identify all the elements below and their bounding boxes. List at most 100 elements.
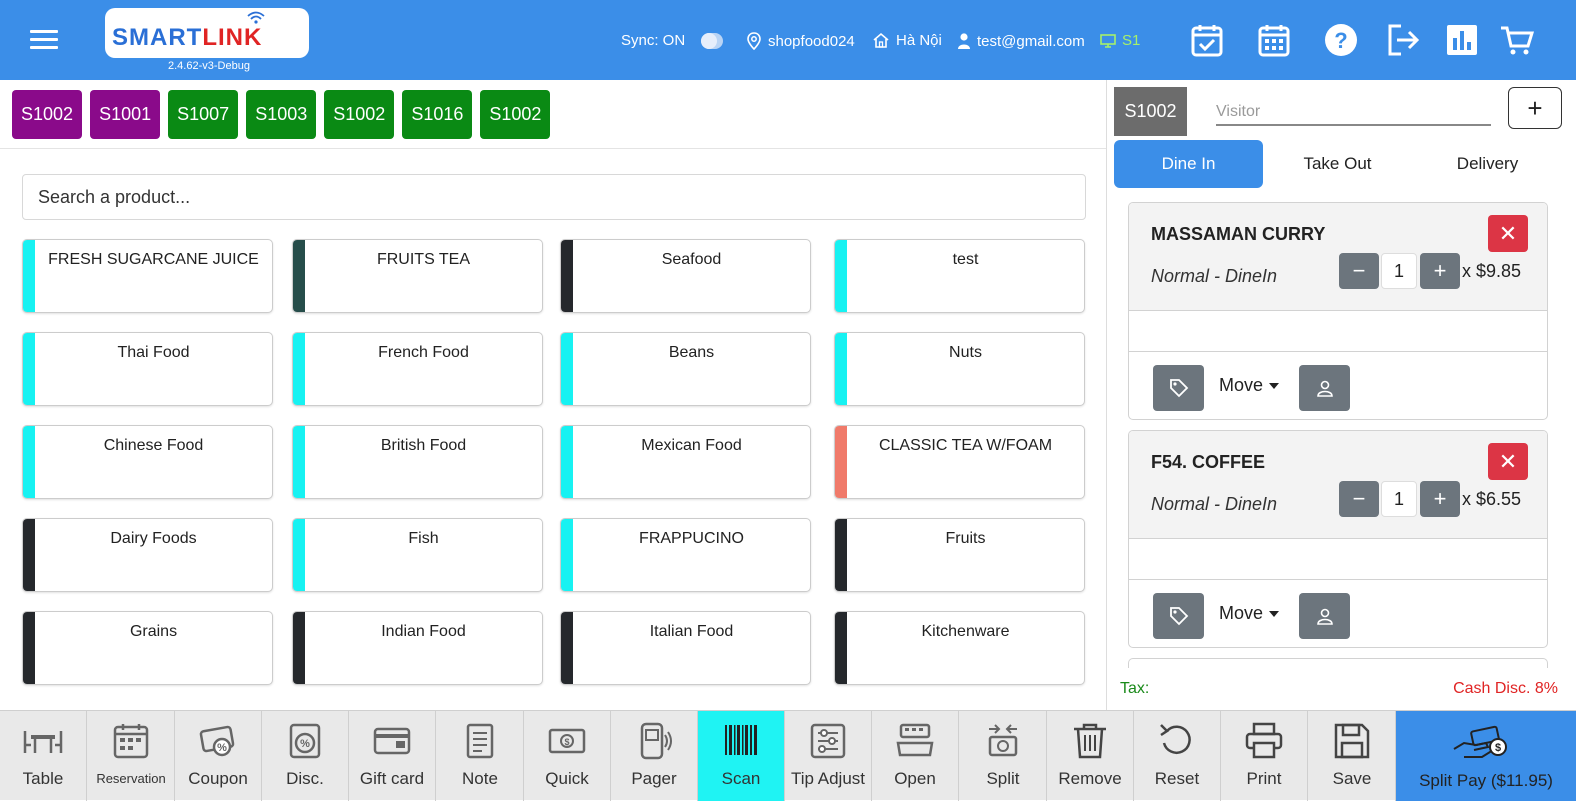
category-color-bar <box>835 519 847 591</box>
category-label: test <box>952 251 979 268</box>
toolbar-button-open[interactable]: Open <box>872 711 959 801</box>
category-tile[interactable]: Dairy Foods <box>22 518 273 592</box>
category-tile[interactable]: British Food <box>292 425 543 499</box>
save-icon <box>1334 723 1370 759</box>
move-dropdown[interactable]: Move <box>1219 375 1280 396</box>
table-chip[interactable]: S1001 <box>90 90 161 139</box>
printer-icon <box>1245 722 1283 759</box>
move-dropdown[interactable]: Move <box>1219 603 1280 624</box>
toolbar-button-remove[interactable]: Remove <box>1047 711 1134 801</box>
increase-qty-button[interactable]: + <box>1420 253 1460 289</box>
toolbar-button-reset[interactable]: Reset <box>1134 711 1221 801</box>
category-tile[interactable]: CLASSIC TEA W/FOAM <box>834 425 1085 499</box>
assign-user-button[interactable] <box>1299 365 1350 411</box>
quantity-value[interactable]: 1 <box>1381 481 1417 517</box>
sync-toggle[interactable] <box>701 33 723 49</box>
category-label: Beans <box>668 344 715 361</box>
station-label: S1 <box>1122 32 1141 49</box>
category-tile[interactable]: Indian Food <box>292 611 543 685</box>
decrease-qty-button[interactable]: − <box>1339 481 1379 517</box>
calendar-grid-icon[interactable] <box>1256 22 1292 58</box>
toolbar-label: Tip Adjust <box>790 769 866 788</box>
table-chip[interactable]: S1002 <box>324 90 395 139</box>
toolbar-button-note[interactable]: Note <box>437 711 524 801</box>
toolbar-button-table[interactable]: Table <box>0 711 87 801</box>
order-item-note-area[interactable] <box>1129 311 1547 352</box>
menu-icon[interactable] <box>30 30 58 50</box>
category-tile[interactable]: Mexican Food <box>560 425 811 499</box>
category-tile[interactable]: Thai Food <box>22 332 273 406</box>
tab-delivery[interactable]: Delivery <box>1413 140 1562 188</box>
table-chip[interactable]: S1016 <box>402 90 473 139</box>
toolbar-label: Table <box>22 769 64 788</box>
toolbar-button-reservation[interactable]: Reservation <box>88 711 175 801</box>
svg-text:%: % <box>217 742 227 754</box>
open-tables-bar: S1002 S1001 S1007 S1003 S1002 S1016 S100… <box>12 90 551 139</box>
category-tile[interactable]: Chinese Food <box>22 425 273 499</box>
city-name: Hà Nội <box>896 32 942 49</box>
category-tile[interactable]: FRAPPUCINO <box>560 518 811 592</box>
category-tile[interactable]: FRUITS TEA <box>292 239 543 313</box>
logout-icon[interactable] <box>1385 22 1421 58</box>
table-chip[interactable]: S1002 <box>12 90 83 139</box>
toolbar-button-save[interactable]: Save <box>1309 711 1396 801</box>
category-label: FRAPPUCINO <box>639 530 744 547</box>
category-tile[interactable]: Kitchenware <box>834 611 1085 685</box>
table-chip[interactable]: S1003 <box>246 90 317 139</box>
tag-button[interactable] <box>1153 593 1204 639</box>
toolbar-button-tip-adjust[interactable]: Tip Adjust <box>785 711 872 801</box>
toolbar-label: Remove <box>1058 769 1122 788</box>
category-color-bar <box>293 333 305 405</box>
report-chart-icon[interactable] <box>1444 22 1480 58</box>
category-label: Dairy Foods <box>110 530 197 547</box>
help-icon[interactable]: ? <box>1323 22 1359 58</box>
category-tile[interactable]: Fish <box>292 518 543 592</box>
assign-user-button[interactable] <box>1299 593 1350 639</box>
toolbar-button-gift-card[interactable]: Gift card <box>349 711 436 801</box>
item-price: x $9.85 <box>1462 261 1522 281</box>
move-label: Move <box>1219 375 1264 395</box>
category-color-bar <box>293 519 305 591</box>
product-search-input[interactable] <box>22 174 1086 220</box>
tab-take-out[interactable]: Take Out <box>1263 140 1412 188</box>
toolbar-button-scan[interactable]: Scan <box>698 711 785 801</box>
bottom-toolbar: Table Reservation% Coupon% Disc. Gift card No… <box>0 710 1576 801</box>
category-tile[interactable]: Nuts <box>834 332 1085 406</box>
category-tile[interactable]: Fruits <box>834 518 1085 592</box>
quantity-value[interactable]: 1 <box>1381 253 1417 289</box>
category-tile[interactable]: FRESH SUGARCANE JUICE <box>22 239 273 313</box>
tab-dine-in[interactable]: Dine In <box>1114 140 1263 188</box>
toolbar-button-pager[interactable]: Pager <box>611 711 698 801</box>
toolbar-button-split[interactable]: Split <box>960 711 1047 801</box>
category-tile[interactable]: Seafood <box>560 239 811 313</box>
toolbar-button-quick[interactable]: $ Quick <box>524 711 611 801</box>
tag-button[interactable] <box>1153 365 1204 411</box>
user-icon <box>1316 380 1333 397</box>
pager-icon <box>640 722 672 760</box>
toolbar-label: Print <box>1246 769 1282 788</box>
table-chip[interactable]: S1002 <box>480 90 551 139</box>
category-tile[interactable]: Italian Food <box>560 611 811 685</box>
category-tile[interactable]: Beans <box>560 332 811 406</box>
delete-item-button[interactable]: ✕ <box>1488 443 1528 480</box>
table-chip[interactable]: S1007 <box>168 90 239 139</box>
category-tile[interactable]: test <box>834 239 1085 313</box>
visitor-input[interactable] <box>1216 100 1491 126</box>
decrease-qty-button[interactable]: − <box>1339 253 1379 289</box>
toolbar-button-print[interactable]: Print <box>1221 711 1308 801</box>
toolbar-label: Pager <box>631 769 677 788</box>
toolbar-button-coupon[interactable]: % Coupon <box>175 711 262 801</box>
toolbar-button-disc[interactable]: % Disc. <box>262 711 349 801</box>
cart-icon[interactable] <box>1499 22 1535 58</box>
calendar-check-icon[interactable] <box>1189 22 1225 58</box>
category-tile[interactable]: Grains <box>22 611 273 685</box>
increase-qty-button[interactable]: + <box>1420 481 1460 517</box>
category-tile[interactable]: French Food <box>292 332 543 406</box>
chevron-down-icon <box>1269 610 1280 617</box>
order-item-note-area[interactable] <box>1129 539 1547 580</box>
add-visitor-button[interactable]: + <box>1508 87 1562 129</box>
gift-card-icon <box>373 727 411 755</box>
delete-item-button[interactable]: ✕ <box>1488 215 1528 252</box>
cash-register-icon <box>896 723 934 757</box>
split-pay-button[interactable]: $ Split Pay ($11.95) <box>1396 711 1576 801</box>
